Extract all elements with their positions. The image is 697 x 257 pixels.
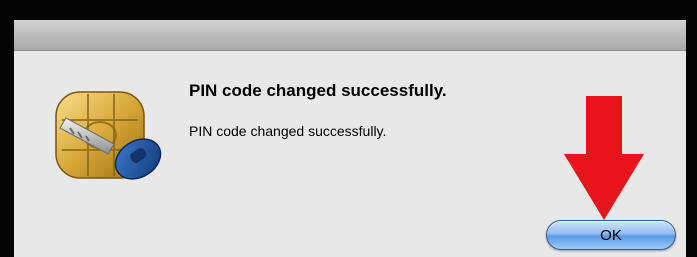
ok-button[interactable]: OK [546, 220, 676, 250]
dialog-message: PIN code changed successfully. [189, 123, 387, 139]
dialog-titlebar [14, 20, 686, 51]
dialog-title: PIN code changed successfully. [189, 81, 447, 100]
screen-frame: PIN code changed successfully. PIN code … [0, 0, 697, 257]
red-down-arrow-icon [564, 96, 644, 220]
alert-dialog: PIN code changed successfully. PIN code … [14, 20, 686, 257]
smartcard-key-icon [52, 84, 172, 194]
